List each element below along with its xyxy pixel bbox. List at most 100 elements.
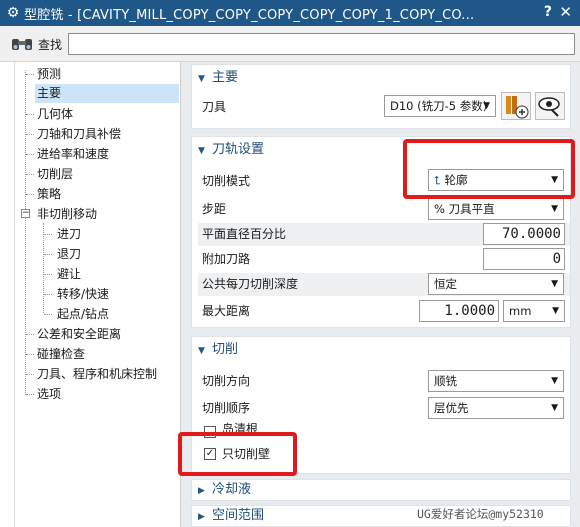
tree-connector [44, 294, 52, 295]
tree-item-切削层[interactable]: 切削层 [37, 165, 73, 184]
tree-connector [43, 223, 44, 313]
stepover-value: % 刀具平直 [434, 202, 495, 216]
tree-connector [26, 194, 34, 195]
additional-passes-label: 附加刀路 [202, 252, 251, 266]
tree-connector [44, 314, 52, 315]
tree-connector [26, 394, 34, 395]
additional-passes-input[interactable]: 0 [483, 248, 565, 270]
tree-connector [26, 134, 34, 135]
collapse-triangle-icon: ▼ [198, 74, 205, 84]
tree-connector [26, 114, 34, 115]
tree-connector [26, 334, 34, 335]
collapse-triangle-icon: ▼ [198, 346, 205, 356]
search-input[interactable] [68, 33, 575, 55]
tree-connector [26, 154, 34, 155]
collapse-toggle[interactable]: − [21, 209, 30, 218]
toolpath-group-header[interactable]: ▼ 刀轨设置 [198, 139, 264, 161]
depth-per-cut-select[interactable]: 恒定 ▼ [428, 273, 564, 295]
tree-connector [44, 234, 52, 235]
chevron-down-icon: ▼ [551, 403, 558, 413]
cut-direction-select[interactable]: 顺铣 ▼ [428, 370, 564, 392]
tree-item-避让[interactable]: 避让 [57, 265, 81, 284]
tree-item-非切削移动[interactable]: 非切削移动 [37, 205, 97, 224]
toolpath-group-title: 刀轨设置 [212, 142, 265, 157]
stepover-select[interactable]: % 刀具平直 ▼ [428, 198, 564, 220]
eye-tool-icon [538, 97, 560, 117]
chevron-down-icon: ▼ [552, 306, 559, 316]
tool-plus-icon [506, 96, 529, 119]
coolant-group-header[interactable]: ▶ 冷却液 [198, 479, 251, 501]
percent-diameter-label: 平面直径百分比 [202, 227, 287, 241]
window-title: 型腔铣 - [CAVITY_MILL_COPY_COPY_COPY_COPY_C… [24, 7, 475, 23]
tool-select-value: D10 (铣刀-5 参数) [390, 99, 488, 113]
chevron-down-icon: ▼ [483, 101, 490, 111]
percent-diameter-input[interactable]: 70.0000 [483, 223, 565, 245]
cut-direction-label: 切削方向 [202, 374, 251, 388]
chevron-down-icon: ▼ [551, 376, 558, 386]
binoculars-icon [12, 39, 32, 50]
expand-triangle-icon: ▶ [198, 512, 205, 522]
tree-item-碰撞检查[interactable]: 碰撞检查 [37, 345, 85, 364]
chevron-down-icon: ▼ [551, 204, 558, 214]
main-group-header[interactable]: ▼ 主要 [198, 67, 238, 89]
tree-item-进刀[interactable]: 进刀 [57, 225, 81, 244]
help-button[interactable]: ? [544, 4, 552, 20]
highlight-box-wall-only [178, 432, 297, 476]
space-range-group-header[interactable]: ▶ 空间范围 [198, 505, 264, 527]
tree-connector [26, 354, 34, 355]
space-range-group-title: 空间范围 [212, 508, 265, 523]
tree-connector [26, 174, 34, 175]
tool-select[interactable]: D10 (铣刀-5 参数) ▼ [384, 95, 496, 117]
close-button[interactable]: ✕ [559, 3, 572, 21]
chevron-down-icon: ▼ [551, 279, 558, 289]
tree-item-刀轴和刀具补偿[interactable]: 刀轴和刀具补偿 [37, 125, 121, 144]
max-distance-unit-value: mm [509, 304, 532, 318]
coolant-group-title: 冷却液 [212, 482, 252, 497]
title-bar: ⚙ 型腔铣 - [CAVITY_MILL_COPY_COPY_COPY_COPY… [0, 0, 580, 26]
highlight-box-cut-pattern [403, 139, 575, 199]
max-distance-unit-select[interactable]: mm ▼ [503, 300, 565, 322]
tree-item-几何体[interactable]: 几何体 [37, 105, 73, 124]
depth-per-cut-value: 恒定 [434, 277, 457, 291]
tree-item-进给率和速度[interactable]: 进给率和速度 [37, 145, 109, 164]
expand-triangle-icon: ▶ [198, 486, 205, 496]
depth-per-cut-label: 公共每刀切削深度 [202, 277, 299, 291]
navigator-tree: 预测 主要 几何体 刀轴和刀具补偿 进给率和速度 切削层 策略 − 非切削移动 … [15, 62, 181, 527]
max-distance-label: 最大距离 [202, 304, 251, 318]
tree-item-退刀[interactable]: 退刀 [57, 245, 81, 264]
cutting-group-title: 切削 [212, 342, 239, 357]
tree-connector [44, 254, 52, 255]
tool-label: 刀具 [202, 100, 227, 114]
cut-order-value: 层优先 [434, 401, 469, 415]
cut-order-label: 切削顺序 [202, 401, 251, 415]
main-group-title: 主要 [212, 70, 239, 85]
tree-item-预测[interactable]: 预测 [37, 65, 61, 84]
tree-item-公差和安全距离[interactable]: 公差和安全距离 [37, 325, 121, 344]
coolant-group: ▶ 冷却液 [191, 479, 571, 501]
watermark-text: UG爱好者论坛@my52310 [417, 507, 544, 521]
cut-direction-value: 顺铣 [434, 374, 457, 388]
cut-order-select[interactable]: 层优先 ▼ [428, 397, 564, 419]
tree-item-主要[interactable]: 主要 [35, 84, 179, 103]
tree-item-选项[interactable]: 选项 [37, 385, 61, 404]
tree-connector [44, 274, 52, 275]
max-distance-input[interactable]: 1.0000 [419, 300, 499, 322]
left-strip [0, 62, 15, 527]
new-tool-button[interactable] [501, 92, 531, 120]
search-bar: 查找 [0, 26, 580, 62]
tree-item-转移快速[interactable]: 转移/快速 [57, 285, 109, 304]
tree-connector [25, 70, 26, 395]
cut-pattern-label: 切削模式 [202, 174, 251, 188]
tree-item-起点钻点[interactable]: 起点/钻点 [57, 305, 109, 324]
collapse-triangle-icon: ▼ [198, 146, 205, 156]
tree-item-刀具程序和机床控制[interactable]: 刀具、程序和机床控制 [37, 365, 157, 384]
stepover-label: 步距 [202, 202, 227, 216]
display-tool-button[interactable] [535, 92, 565, 120]
gear-icon: ⚙ [6, 5, 20, 21]
cutting-group-header[interactable]: ▼ 切削 [198, 339, 238, 361]
tree-item-策略[interactable]: 策略 [37, 185, 61, 204]
tree-connector [26, 374, 34, 375]
tree-connector [26, 74, 34, 75]
search-label: 查找 [38, 38, 63, 52]
main-group: ▼ 主要 刀具 D10 (铣刀-5 参数) ▼ [191, 64, 571, 129]
